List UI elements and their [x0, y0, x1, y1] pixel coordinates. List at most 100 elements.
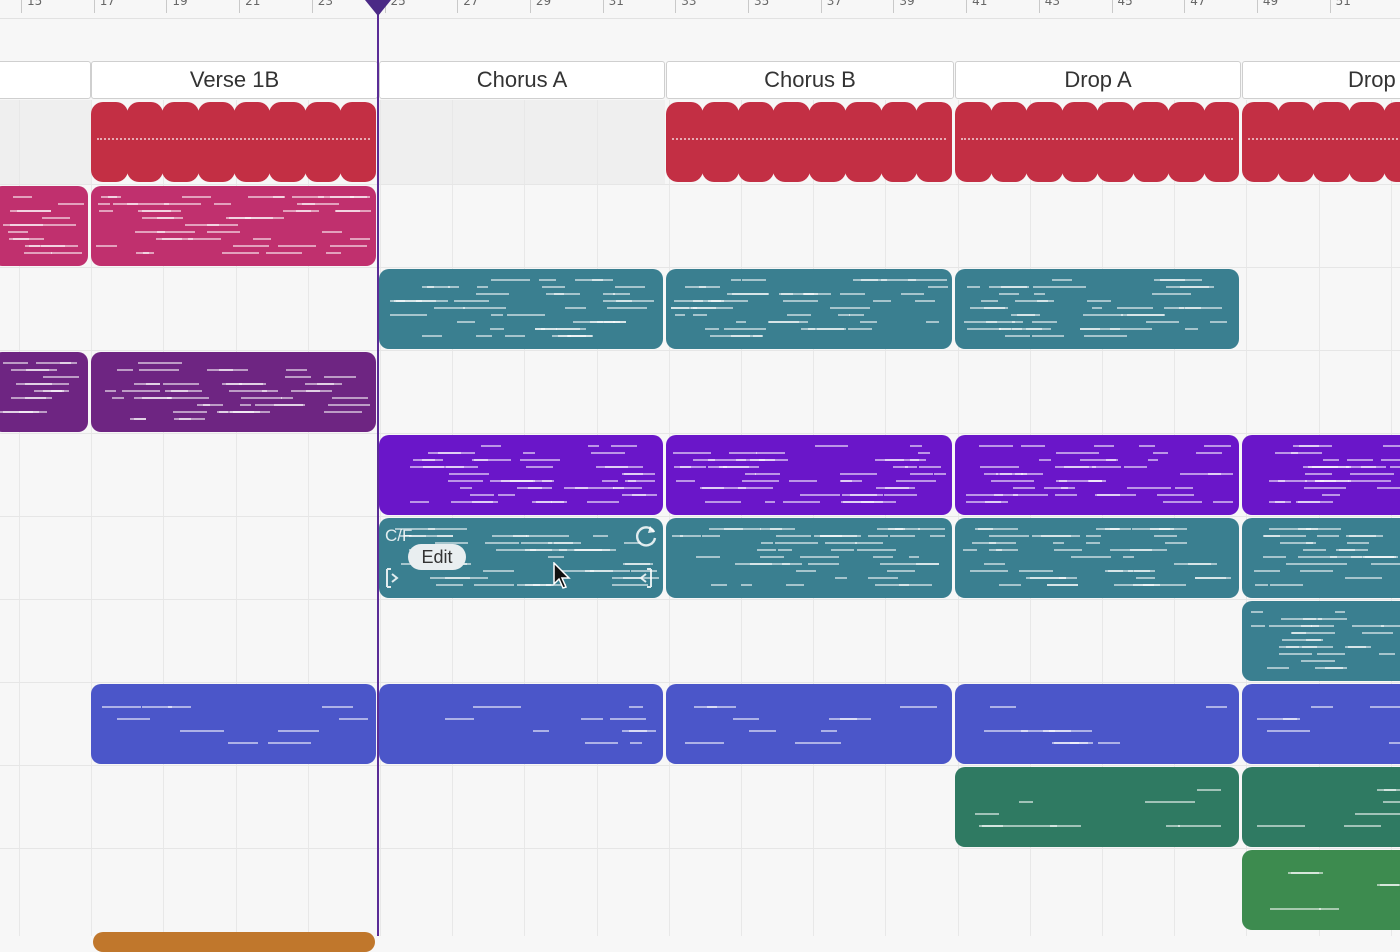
- midi-note: [1034, 293, 1045, 295]
- midi-note: [96, 245, 117, 247]
- midi-note: [1206, 706, 1227, 708]
- midi-note: [1291, 872, 1323, 874]
- midi-note: [266, 252, 301, 254]
- midi-note: [99, 210, 113, 212]
- midi-note: [1390, 466, 1400, 468]
- midi-note: [919, 466, 940, 468]
- drum-clip[interactable]: [91, 102, 376, 182]
- pad-clip[interactable]: [91, 352, 376, 432]
- section-marker-chorus-a[interactable]: Chorus A: [379, 61, 665, 99]
- vocal-clip[interactable]: [93, 932, 375, 952]
- ruler-tick: [1330, 0, 1331, 13]
- midi-note: [162, 238, 182, 240]
- midi-note: [1377, 487, 1400, 489]
- timeline-ruler[interactable]: 15171921232527293133353739414345474951: [0, 0, 1400, 19]
- arp-clip[interactable]: [1242, 518, 1400, 598]
- midi-note: [219, 369, 232, 371]
- lead-clip[interactable]: [1242, 767, 1400, 847]
- midi-note: [24, 252, 52, 254]
- bass-clip[interactable]: [379, 684, 663, 764]
- arp-clip[interactable]: [666, 518, 952, 598]
- playhead-line[interactable]: [377, 0, 379, 936]
- midi-note: [1145, 801, 1194, 803]
- midi-note: [895, 563, 910, 565]
- midi-note: [842, 494, 877, 496]
- bass-clip[interactable]: [955, 684, 1239, 764]
- trim-end-icon[interactable]: [636, 567, 654, 594]
- midi-note: [1267, 667, 1289, 669]
- midi-note: [1056, 452, 1099, 454]
- ruler-bar-number: 49: [1263, 0, 1278, 8]
- midi-note: [1049, 730, 1071, 732]
- fx-clip[interactable]: [1242, 850, 1400, 930]
- midi-note: [1019, 801, 1032, 803]
- keys-clip[interactable]: [91, 186, 376, 266]
- midi-note: [736, 321, 746, 323]
- bass-clip[interactable]: [1242, 684, 1400, 764]
- section-marker-verse-1b[interactable]: Verse 1B: [91, 61, 378, 99]
- chord-clip[interactable]: [666, 269, 952, 349]
- synth-clip[interactable]: [955, 435, 1239, 515]
- midi-note: [934, 473, 946, 475]
- midi-note: [930, 535, 945, 537]
- midi-note: [1086, 542, 1100, 544]
- drum-clip[interactable]: [1242, 102, 1400, 182]
- midi-note: [1110, 328, 1151, 330]
- drum-clip[interactable]: [955, 102, 1239, 182]
- midi-note: [535, 328, 545, 330]
- midi-note: [840, 293, 865, 295]
- midi-note: [817, 328, 846, 330]
- midi-note: [1306, 639, 1323, 641]
- edit-clip-button[interactable]: Edit: [408, 544, 466, 570]
- midi-note: [1293, 445, 1319, 447]
- keys-clip[interactable]: [0, 186, 88, 266]
- drum-hit: [738, 102, 775, 182]
- midi-note: [1345, 577, 1382, 579]
- clip-pattern: [961, 138, 1233, 140]
- midi-note: [783, 300, 818, 302]
- midi-note: [1157, 494, 1169, 496]
- trim-start-icon[interactable]: [384, 567, 402, 594]
- bass-clip[interactable]: [666, 684, 952, 764]
- midi-note: [1318, 618, 1347, 620]
- midi-note: [332, 397, 368, 399]
- lead-clip[interactable]: [955, 767, 1239, 847]
- playhead-handle[interactable]: [365, 0, 391, 16]
- midi-note: [760, 556, 784, 558]
- midi-note: [989, 549, 1002, 551]
- midi-note: [138, 362, 181, 364]
- midi-note: [410, 501, 429, 503]
- midi-note: [760, 528, 795, 530]
- midi-note: [262, 390, 278, 392]
- arp-clip[interactable]: [1242, 601, 1400, 681]
- pad-clip[interactable]: [0, 352, 88, 432]
- ruler-bar-number: 27: [463, 0, 478, 8]
- arp-clip[interactable]: [955, 518, 1239, 598]
- bass-clip[interactable]: [91, 684, 376, 764]
- midi-note: [702, 535, 720, 537]
- midi-note: [485, 542, 519, 544]
- synth-clip[interactable]: [1242, 435, 1400, 515]
- drum-clip[interactable]: [666, 102, 952, 182]
- midi-note: [229, 217, 273, 219]
- midi-note: [673, 452, 711, 454]
- midi-note: [463, 307, 506, 309]
- synth-clip[interactable]: [379, 435, 663, 515]
- midi-note: [1143, 584, 1186, 586]
- midi-note: [887, 570, 915, 572]
- section-marker-drop[interactable]: Drop: [1242, 61, 1400, 99]
- midi-note: [255, 404, 280, 406]
- synth-clip[interactable]: [666, 435, 952, 515]
- section-marker[interactable]: [0, 61, 91, 99]
- chord-clip[interactable]: [379, 269, 663, 349]
- midi-note: [1301, 660, 1335, 662]
- midi-note: [105, 390, 116, 392]
- section-marker-drop-a[interactable]: Drop A: [955, 61, 1241, 99]
- midi-note: [167, 397, 209, 399]
- loop-icon[interactable]: [632, 522, 660, 555]
- midi-note: [330, 245, 367, 247]
- midi-note: [967, 328, 1001, 330]
- section-marker-chorus-b[interactable]: Chorus B: [666, 61, 954, 99]
- midi-note: [1041, 535, 1080, 537]
- chord-clip[interactable]: [955, 269, 1239, 349]
